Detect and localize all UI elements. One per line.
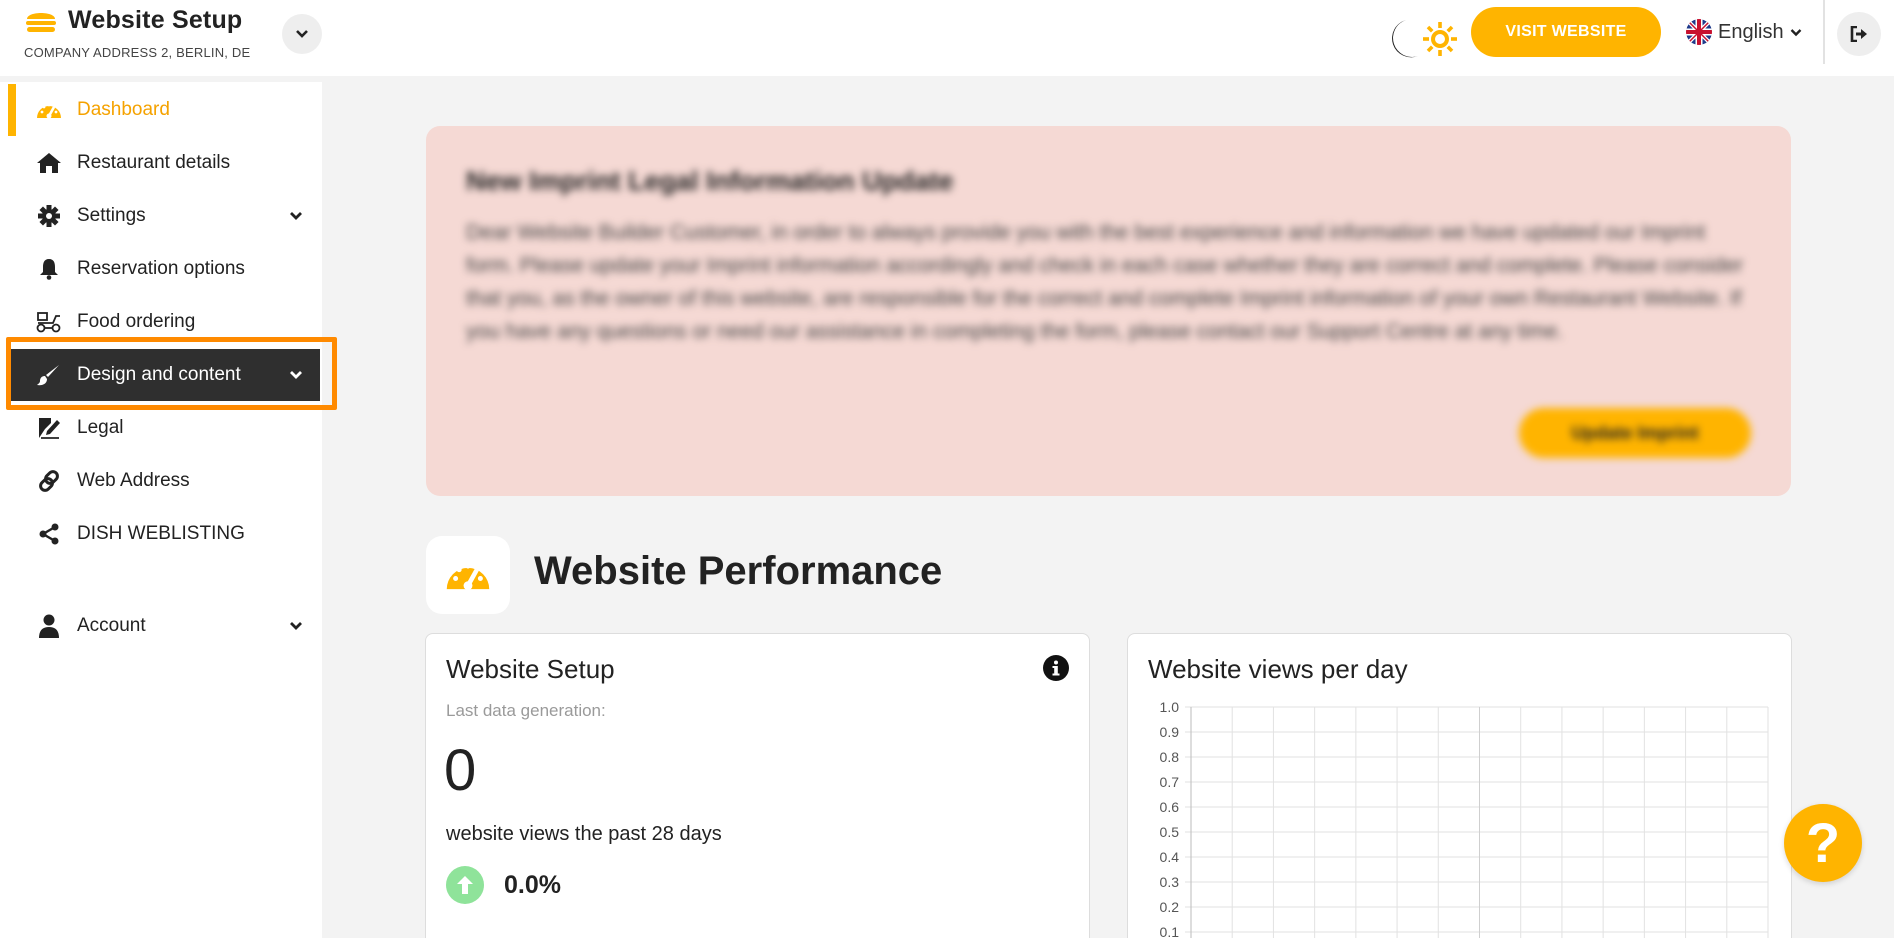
- card-title: Website views per day: [1148, 654, 1408, 684]
- sidebar-item-label: DISH WEBLISTING: [77, 523, 245, 544]
- chevron-down-icon: [1790, 28, 1801, 36]
- sidebar-item-account[interactable]: Account: [8, 600, 320, 652]
- scooter-icon: [36, 310, 62, 334]
- gauge-icon: [446, 563, 490, 591]
- card-title: Website Setup: [446, 654, 615, 684]
- sidebar-item-reservation-options[interactable]: Reservation options: [8, 243, 320, 295]
- website-setup-card: Website Setup Last data generation: 0 we…: [425, 633, 1090, 938]
- app-title: Website Setup: [68, 6, 243, 34]
- link-icon: [36, 469, 62, 493]
- y-tick-label: 1.0: [1160, 699, 1180, 715]
- header-divider: [1823, 0, 1825, 64]
- logout-button[interactable]: [1837, 12, 1881, 56]
- question-icon: ?: [1805, 811, 1841, 874]
- sidebar-item-label: Restaurant details: [77, 152, 231, 173]
- sidebar-item-label: Account: [77, 615, 146, 636]
- user-icon: [36, 614, 62, 638]
- signature-icon: [36, 416, 62, 440]
- views-per-day-card: Website views per day 1.0 0.9 0.8 0.7 0.6 0.5…: [1127, 633, 1792, 938]
- y-tick-label: 0.1: [1160, 924, 1180, 938]
- y-tick-label: 0.9: [1160, 724, 1180, 740]
- company-address: COMPANY ADDRESS 2, BERLIN, DE: [24, 45, 251, 60]
- highlight-annotation: [6, 337, 337, 410]
- performance-icon-box: [426, 536, 510, 614]
- language-selector[interactable]: English: [1686, 17, 1802, 47]
- trend-value: 0.0%: [504, 870, 561, 899]
- views-count: 0: [444, 738, 477, 803]
- y-tick-label: 0.4: [1160, 849, 1180, 865]
- y-tick-label: 0.3: [1160, 874, 1180, 890]
- sidebar-item-web-address[interactable]: Web Address: [8, 455, 320, 507]
- brand: Website Setup COMPANY ADDRESS 2, BERLIN,…: [24, 6, 250, 60]
- sidebar-item-label: Web Address: [77, 470, 190, 491]
- y-tick-label: 0.8: [1160, 749, 1180, 765]
- sidebar-item-dish-weblisting[interactable]: DISH WEBLISTING: [8, 508, 320, 560]
- notice-body: Dear Website Builder Customer, in order …: [466, 221, 1744, 343]
- info-icon[interactable]: [1043, 655, 1069, 681]
- visit-website-button[interactable]: VISIT WEBSITE: [1471, 7, 1661, 57]
- sidebar-item-label: Settings: [77, 205, 146, 226]
- burger-logo-icon: [26, 12, 56, 32]
- company-dropdown-button[interactable]: [282, 14, 322, 54]
- help-button[interactable]: ?: [1784, 804, 1862, 882]
- gauge-icon: [36, 98, 62, 122]
- notice-title: New Imprint Legal Information Update: [466, 166, 954, 196]
- chevron-down-icon: [290, 212, 302, 220]
- share-icon: [36, 522, 62, 546]
- sidebar-item-dashboard[interactable]: Dashboard: [8, 84, 320, 136]
- theme-toggle-icon[interactable]: [1382, 16, 1458, 62]
- sidebar: Dashboard Restaurant details Settings Re…: [0, 82, 322, 938]
- chevron-down-icon: [290, 622, 302, 630]
- y-tick-label: 0.6: [1160, 799, 1180, 815]
- y-tick-label: 0.2: [1160, 899, 1180, 915]
- y-tick-label: 0.7: [1160, 774, 1180, 790]
- arrow-up-icon: [446, 866, 484, 904]
- home-icon: [36, 151, 62, 175]
- gear-icon: [36, 204, 62, 228]
- update-imprint-button[interactable]: Update Imprint: [1519, 408, 1751, 458]
- views-description: website views the past 28 days: [446, 823, 722, 845]
- trend-indicator: 0.0%: [446, 866, 561, 904]
- y-tick-label: 0.5: [1160, 824, 1180, 840]
- views-chart: 1.0 0.9 0.8 0.7 0.6 0.5 0.4 0.3 0.2 0.1: [1160, 699, 1769, 938]
- sidebar-item-label: Food ordering: [77, 311, 196, 332]
- bell-icon: [36, 257, 62, 281]
- chevron-down-icon: [296, 30, 308, 38]
- sidebar-item-label: Legal: [77, 417, 124, 438]
- top-header: Website Setup COMPANY ADDRESS 2, BERLIN,…: [0, 0, 1894, 76]
- sidebar-item-settings[interactable]: Settings: [8, 190, 320, 242]
- last-data-generation: Last data generation:: [446, 701, 606, 720]
- sidebar-item-label: Dashboard: [77, 99, 170, 120]
- sidebar-item-restaurant-details[interactable]: Restaurant details: [8, 137, 320, 189]
- imprint-notice-banner: New Imprint Legal Information Update Dea…: [426, 126, 1791, 496]
- performance-title: Website Performance: [534, 549, 943, 593]
- logout-icon: [1850, 26, 1867, 42]
- uk-flag-icon: [1686, 19, 1712, 45]
- sidebar-item-label: Reservation options: [77, 258, 245, 279]
- language-label: English: [1718, 20, 1784, 43]
